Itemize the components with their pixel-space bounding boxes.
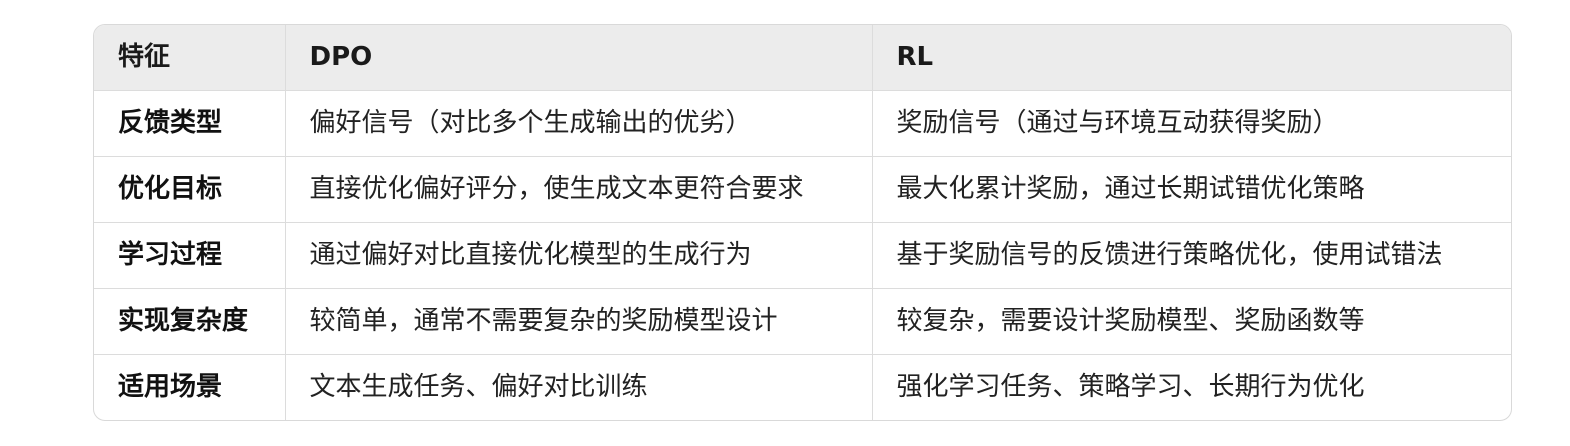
row-feature-cell: 反馈类型	[94, 90, 286, 157]
row-rl-cell: 强化学习任务、策略学习、长期行为优化	[896, 372, 1365, 403]
comparison-table-container: 特征 DPO RL 反馈类型 偏好信号（对比多个生成输出的优劣） 奖励信号（通过…	[93, 24, 1512, 421]
comparison-table: 特征 DPO RL 反馈类型 偏好信号（对比多个生成输出的优劣） 奖励信号（通过…	[94, 25, 1511, 420]
row-dpo-cell: 直接优化偏好评分，使生成文本更符合要求	[285, 156, 873, 223]
row-rl-cell: 基于奖励信号的反馈进行策略优化，使用试错法	[872, 222, 1511, 289]
table-row: 反馈类型 偏好信号（对比多个生成输出的优劣） 奖励信号（通过与环境互动获得奖励）	[94, 90, 1511, 157]
table-header-row: 特征 DPO RL	[94, 25, 1511, 91]
header-rl: RL	[872, 25, 1511, 91]
header-feature: 特征	[94, 25, 286, 91]
row-dpo-cell: 较简单，通常不需要复杂的奖励模型设计	[285, 288, 873, 355]
row-feature-cell: 学习过程	[94, 222, 286, 289]
row-rl-cell: 最大化累计奖励，通过长期试错优化策略	[872, 156, 1511, 223]
row-dpo-cell: 文本生成任务、偏好对比训练	[285, 354, 873, 420]
row-feature-cell: 优化目标	[94, 156, 286, 223]
row-dpo-cell: 偏好信号（对比多个生成输出的优劣）	[285, 90, 873, 157]
row-dpo-cell: 通过偏好对比直接优化模型的生成行为	[285, 222, 873, 289]
row-feature-cell: 适用场景	[94, 354, 286, 420]
row-feature-cell: 实现复杂度	[94, 288, 286, 355]
row-rl-cell: 奖励信号（通过与环境互动获得奖励）	[872, 90, 1511, 157]
table-row: 实现复杂度 较简单，通常不需要复杂的奖励模型设计 较复杂，需要设计奖励模型、奖励…	[94, 288, 1511, 355]
header-dpo: DPO	[285, 25, 873, 91]
row-rl-cell: 较复杂，需要设计奖励模型、奖励函数等	[872, 288, 1511, 355]
table-row: 优化目标 直接优化偏好评分，使生成文本更符合要求 最大化累计奖励，通过长期试错优…	[94, 156, 1511, 223]
table-row: 适用场景 文本生成任务、偏好对比训练 强化学习任务、策略学习、长期行为优化	[94, 354, 1511, 420]
table-row: 学习过程 通过偏好对比直接优化模型的生成行为 基于奖励信号的反馈进行策略优化，使…	[94, 222, 1511, 289]
